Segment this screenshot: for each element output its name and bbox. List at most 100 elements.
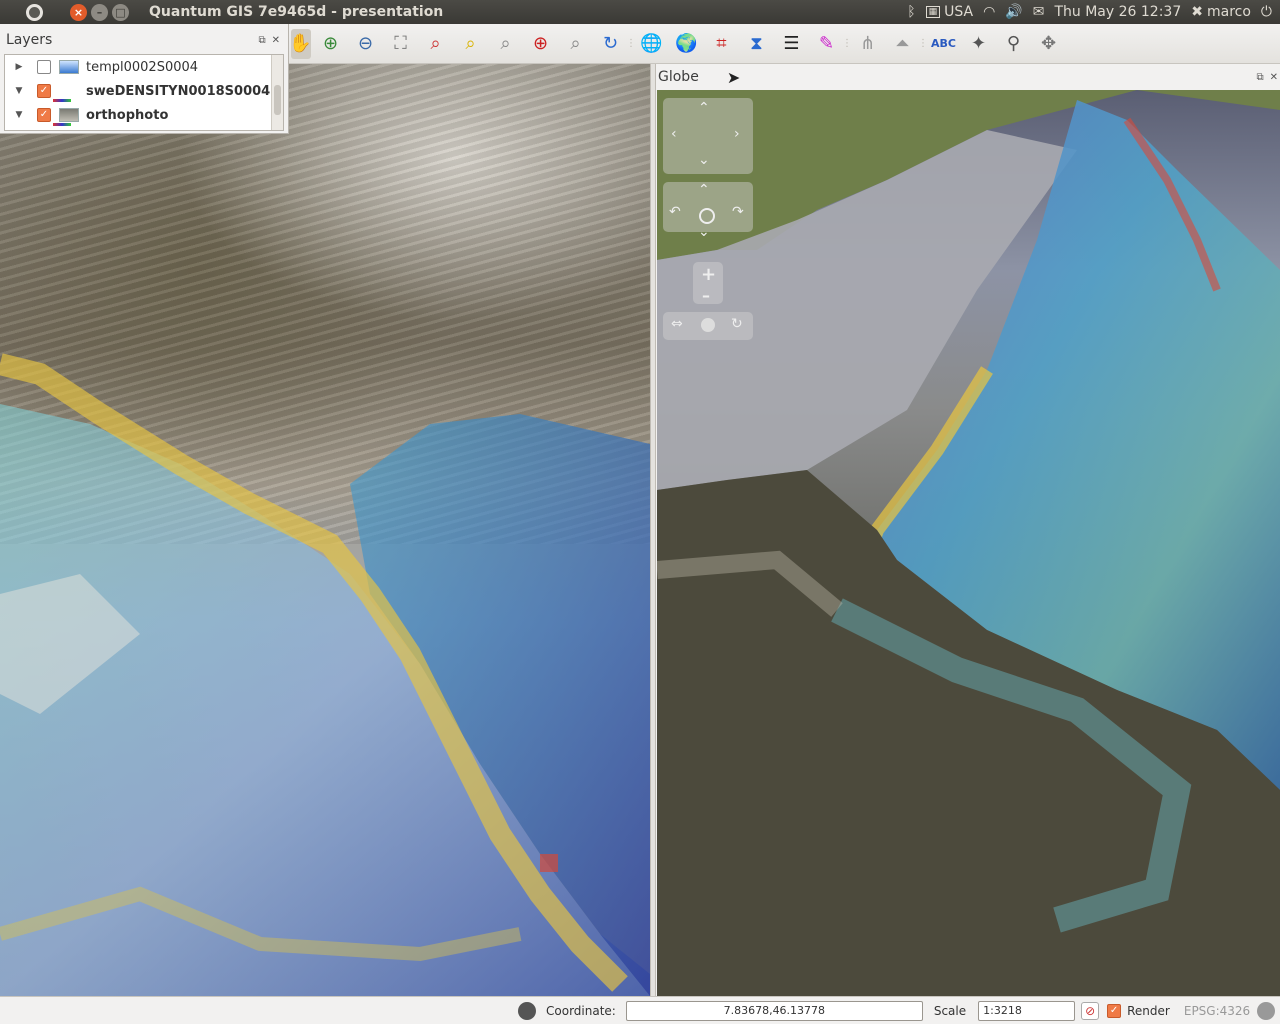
system-tray: ᛒ ▦ USA ◠ 🔊 ✉ Thu May 26 12:37 ✖ marco ⏻ [907,4,1280,20]
pan-icon[interactable]: ✋ [289,28,312,59]
raster-layer-icon [59,60,79,74]
close-icon[interactable]: ✕ [1270,72,1278,83]
scale-label: Scale [933,1003,967,1018]
zoom-out-icon[interactable]: ⊖ [351,29,381,59]
pan-down-icon[interactable]: ⌄ [698,152,710,168]
layers-panel-title: Layers [6,32,53,48]
collapse-arrow-icon[interactable]: ▼ [11,110,27,120]
pan-up-icon[interactable]: ⌃ [698,100,710,116]
pan-left-icon[interactable]: ‹ [671,126,677,142]
zoom-selection-icon[interactable]: ⌕ [421,29,451,59]
zoom-layer-icon[interactable]: ⌕ [456,29,486,59]
render-label: Render [1127,1003,1170,1018]
coordinate-toggle-icon[interactable] [518,1001,536,1020]
pin-icon[interactable]: ⚲ [999,29,1029,59]
raster-layer-icon [59,108,79,122]
layer-item[interactable]: ▶ templ0002S0004 [5,55,283,79]
globe-panel-header: Globe ➤ ⧉ ✕ [656,64,1280,90]
volume-icon[interactable]: 🔊 [1005,4,1022,20]
close-icon[interactable]: ✕ [272,35,280,46]
layer-name: sweDENSITYN0018S0004 [86,83,271,99]
toolbar-separator: ⋮ [626,38,636,49]
zoom-full-icon[interactable]: ⛶ [386,29,416,59]
layer-visibility-checkbox[interactable]: ✓ [37,84,51,98]
toolbar-separator: ⋮ [842,38,852,49]
raster-layer-icon [59,84,79,98]
zoom-last-icon[interactable]: ⊕ [526,29,556,59]
layer-item[interactable]: ▼ ✓ orthophoto [5,103,283,127]
gps-icon[interactable]: ⧗ [742,29,772,59]
globe-settings-icon[interactable]: 🌍 [672,29,702,59]
tilt-down-icon[interactable]: ⌄ [698,224,710,240]
layer-tree-scrollbar[interactable] [271,55,283,130]
bluetooth-icon[interactable]: ᛒ [907,4,915,20]
label-icon[interactable]: ABC [929,29,959,59]
node-tool-icon[interactable]: ✦ [964,29,994,59]
user-status-icon[interactable]: ✖ [1191,4,1203,20]
coordinate-field[interactable]: 7.83678,46.13778 [625,1000,923,1021]
layer-tree[interactable]: ▶ templ0002S0004 ▼ ✓ sweDENSITYN0018S000… [4,54,284,131]
layer-visibility-checkbox[interactable] [37,60,51,74]
graticule-icon[interactable]: ⌗ [707,29,737,59]
window-title: Quantum GIS 7e9465d - presentation [149,4,444,20]
layers-panel-header: Layers ⧉ ✕ [0,24,288,56]
messages-icon[interactable] [1257,1001,1276,1020]
density-overlay [0,353,650,996]
layer-name: orthophoto [86,107,169,123]
reset-view-icon[interactable] [699,208,715,224]
user-name[interactable]: marco [1207,4,1251,20]
mouse-cursor-icon: ➤ [726,67,741,87]
layer-visibility-checkbox[interactable]: ✓ [37,108,51,122]
globe-3d-view[interactable]: ⌃ ‹ › ⌄ ⌃ ↶ ↷ ⌄ + – ⇔ ↻ [657,90,1280,996]
color-icon[interactable]: ✎ [812,29,842,59]
power-icon[interactable]: ⏻ [1261,4,1272,20]
refresh-icon[interactable]: ↻ [596,29,626,59]
window-controls: × – □ [70,3,129,21]
zoom-plus-icon[interactable]: + [701,264,716,285]
float-icon[interactable]: ⧉ [258,35,265,46]
layers-panel: Layers ⧉ ✕ ▶ templ0002S0004 ▼ ✓ sweDENSI… [0,24,289,134]
clock[interactable]: Thu May 26 12:37 [1054,4,1181,20]
scale-field[interactable]: 1:3218 [978,1000,1076,1021]
top-panel: × – □ Quantum GIS 7e9465d - presentation… [0,0,1280,24]
stop-render-icon[interactable]: ⊘ [1081,1001,1100,1020]
layer-name: templ0002S0004 [86,59,199,75]
rotate-left-icon[interactable]: ↶ [669,204,681,220]
render-checkbox[interactable]: ✓ [1107,1003,1122,1018]
sync-extent-icon[interactable]: ⇔ [671,316,683,332]
wifi-icon[interactable]: ◠ [983,4,995,20]
zoom-minus-icon[interactable]: – [702,286,710,305]
tilt-up-icon[interactable]: ⌃ [698,182,710,198]
expand-arrow-icon[interactable]: ▶ [11,62,27,72]
move-label-icon[interactable]: ✥ [1034,29,1064,59]
window-minimize-button[interactable]: – [91,3,108,21]
globe-icon[interactable]: 🌐 [637,29,667,59]
profile-icon[interactable]: ⋔ [853,29,883,59]
terrain-icon[interactable]: ⏶ [888,29,918,59]
map-canvas[interactable] [0,64,650,996]
sync-rotate-icon[interactable]: ↻ [731,316,743,332]
zoom-next-icon[interactable]: ⌕ [561,29,591,59]
window-maximize-button[interactable]: □ [112,3,129,21]
zoom-native-icon[interactable]: ⌕ [491,29,521,59]
pan-right-icon[interactable]: › [734,126,740,142]
collapse-arrow-icon[interactable]: ▼ [11,86,27,96]
window-close-button[interactable]: × [70,3,87,21]
rotate-right-icon[interactable]: ↷ [732,204,744,220]
toolbar-separator: ⋮ [918,38,928,49]
color-legend-bar [53,123,71,126]
zoom-in-icon[interactable]: ⊕ [316,29,346,59]
float-icon[interactable]: ⧉ [1256,72,1263,83]
home-icon[interactable] [701,318,715,332]
map-toolbar: ✋ ⊕ ⊖ ⛶ ⌕ ⌕ ⌕ ⊕ ⌕ ↻ ⋮ 🌐 🌍 ⌗ ⧗ ☰ ✎ ⋮ ⋔ ⏶ … [288,24,1280,64]
status-bar: Coordinate: 7.83678,46.13778 Scale 1:321… [0,996,1280,1024]
layer-item[interactable]: ▼ ✓ sweDENSITYN0018S0004 [5,79,283,103]
keyboard-icon[interactable]: ▦ [925,6,941,18]
globe-panel-title: Globe [658,69,699,85]
crs-label[interactable]: EPSG:4326 [1184,1004,1250,1018]
globe-panel: Globe ➤ ⧉ ✕ ⌃ ‹ › ⌄ ⌃ ↶ ↷ ⌄ + – ⇔ ↻ [656,64,1280,996]
mail-icon[interactable]: ✉ [1033,4,1045,20]
ubuntu-logo-icon[interactable] [22,0,46,24]
keyboard-layout[interactable]: USA [944,4,973,20]
layer-stack-icon[interactable]: ☰ [777,29,807,59]
